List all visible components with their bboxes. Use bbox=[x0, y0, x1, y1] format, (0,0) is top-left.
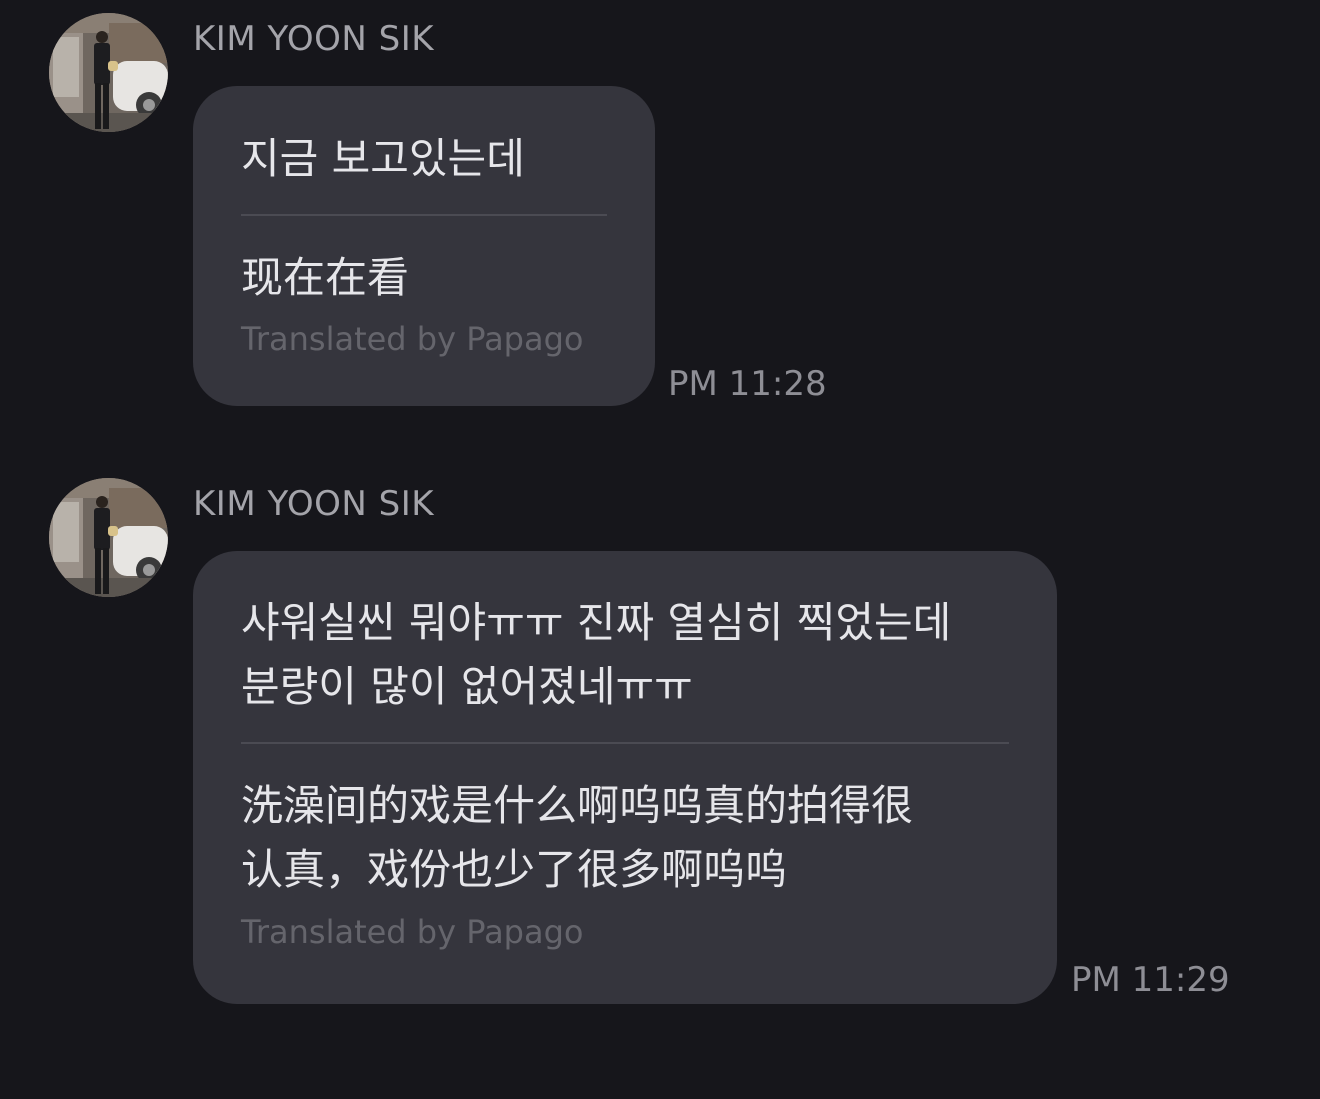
original-text: 샤워실씬 뭐야ㅠㅠ 진짜 열심히 찍었는데 분량이 많이 없어졌네ㅠㅠ bbox=[241, 551, 1009, 719]
translation-credit: Translated by Papago bbox=[241, 320, 584, 358]
message-bubble[interactable]: 샤워실씬 뭐야ㅠㅠ 진짜 열심히 찍었는데 분량이 많이 없어졌네ㅠㅠ 洗澡间的… bbox=[193, 551, 1057, 1004]
message-row: KIM YOON SIK 샤워실씬 뭐야ㅠㅠ 진짜 열심히 찍었는데 분량이 많… bbox=[0, 465, 1320, 1099]
sender-avatar[interactable] bbox=[49, 478, 168, 597]
translated-text: 现在在看 bbox=[241, 216, 607, 310]
message-time: PM 11:29 bbox=[1071, 960, 1230, 1000]
chat-view: KIM YOON SIK 지금 보고있는데 现在在看 Translated by… bbox=[0, 0, 1320, 1099]
translated-text: 洗澡间的戏是什么啊呜呜真的拍得很 认真，戏份也少了很多啊呜呜 bbox=[241, 744, 1009, 902]
original-line: 지금 보고있는데 bbox=[241, 134, 525, 183]
message-time: PM 11:28 bbox=[668, 364, 827, 404]
avatar-photo-icon bbox=[49, 478, 168, 597]
sender-name: KIM YOON SIK bbox=[193, 19, 435, 59]
translated-line: 现在在看 bbox=[241, 253, 410, 302]
translation-credit: Translated by Papago bbox=[241, 913, 584, 951]
sender-name: KIM YOON SIK bbox=[193, 484, 435, 524]
sender-avatar[interactable] bbox=[49, 13, 168, 132]
translated-line: 认真，戏份也少了很多啊呜呜 bbox=[241, 845, 788, 894]
original-line: 분량이 많이 없어졌네ㅠㅠ bbox=[241, 662, 693, 711]
translated-line: 洗澡间的戏是什么啊呜呜真的拍得很 bbox=[241, 781, 914, 830]
message-row: KIM YOON SIK 지금 보고있는데 现在在看 Translated by… bbox=[0, 0, 1320, 440]
message-bubble[interactable]: 지금 보고있는데 现在在看 Translated by Papago bbox=[193, 86, 655, 406]
original-text: 지금 보고있는데 bbox=[241, 86, 607, 211]
avatar-photo-icon bbox=[49, 13, 168, 132]
original-line: 샤워실씬 뭐야ㅠㅠ 진짜 열심히 찍었는데 bbox=[241, 598, 952, 647]
